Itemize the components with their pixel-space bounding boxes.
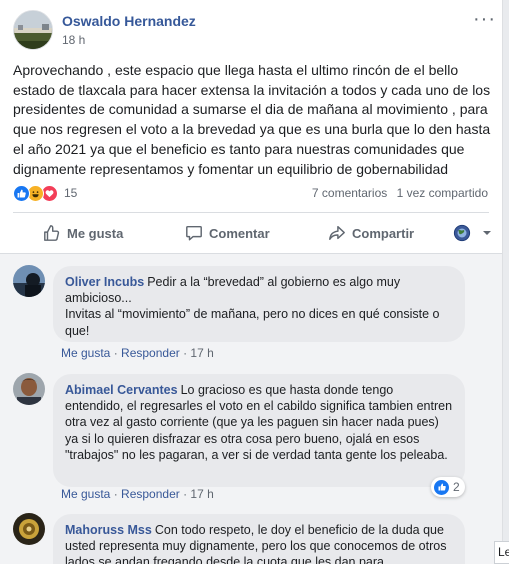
comments-count-link[interactable]: 7 comentarios	[312, 186, 387, 200]
post-card: Oswaldo Hernandez 18 h ··· Aprovechando …	[0, 0, 502, 564]
post-stats: 7 comentarios 1 vez compartido	[306, 186, 488, 200]
reactions-summary[interactable]: 15	[13, 184, 77, 202]
chevron-down-icon	[483, 231, 491, 235]
more-icon[interactable]: ···	[473, 8, 496, 31]
comment-reactions[interactable]: 2	[431, 477, 465, 497]
comment-button-label: Comentar	[209, 225, 270, 241]
comment-bubble: Oliver Incubs Pedir a la “brevedad” al go…	[53, 266, 465, 342]
comment-author[interactable]: Oliver Incubs	[65, 275, 144, 289]
reaction-count: 15	[64, 186, 78, 200]
comment-reaction-count: 2	[453, 480, 460, 494]
avatar[interactable]	[13, 513, 45, 545]
comment-meta: Me gusta · Responder · 17 h	[61, 487, 214, 501]
author-avatar[interactable]	[13, 10, 53, 50]
comment-icon	[186, 225, 202, 241]
globe-icon	[453, 224, 471, 242]
comment-time[interactable]: 17 h	[190, 487, 213, 501]
comment-like-link[interactable]: Me gusta	[61, 346, 110, 360]
audience-selector[interactable]	[453, 224, 499, 242]
avatar[interactable]	[13, 373, 45, 405]
like-button[interactable]: Me gusta	[43, 224, 123, 242]
post-author[interactable]: Oswaldo Hernandez	[62, 13, 196, 29]
avatar[interactable]	[13, 265, 45, 297]
comment-button[interactable]: Comentar	[185, 224, 270, 242]
comments-section: Oliver Incubs Pedir a la “brevedad” al go…	[0, 253, 502, 564]
shares-count-link[interactable]: 1 vez compartido	[397, 186, 488, 200]
comment-author[interactable]: Abimael Cervantes	[65, 383, 178, 397]
comment-like-link[interactable]: Me gusta	[61, 487, 110, 501]
like-icon	[13, 184, 30, 202]
comment-author[interactable]: Mahoruss Mss	[65, 523, 152, 537]
comment-time[interactable]: 17 h	[190, 346, 213, 360]
sidebar-tag[interactable]: Le	[494, 541, 509, 564]
comment-reply-link[interactable]: Responder	[121, 487, 180, 501]
post-actions-bar: Me gusta Comentar Compartir	[13, 216, 491, 252]
like-button-label: Me gusta	[67, 225, 124, 241]
divider	[13, 212, 489, 213]
share-button[interactable]: Compartir	[328, 224, 414, 242]
post-time[interactable]: 18 h	[62, 33, 85, 47]
comment-bubble: Abimael Cervantes Lo gracioso es que hast…	[53, 374, 465, 487]
thumbs-up-icon	[44, 225, 60, 241]
post-text: Aprovechando , este espacio que llega ha…	[13, 62, 491, 177]
share-button-label: Compartir	[352, 225, 415, 241]
share-icon	[329, 225, 345, 241]
comment-meta: Me gusta · Responder · 17 h	[61, 346, 214, 360]
like-icon	[434, 479, 449, 495]
comment-reply-link[interactable]: Responder	[121, 346, 180, 360]
right-column-edge	[502, 0, 509, 564]
comment-bubble: Mahoruss Mss Con todo respeto, le doy el …	[53, 514, 465, 564]
